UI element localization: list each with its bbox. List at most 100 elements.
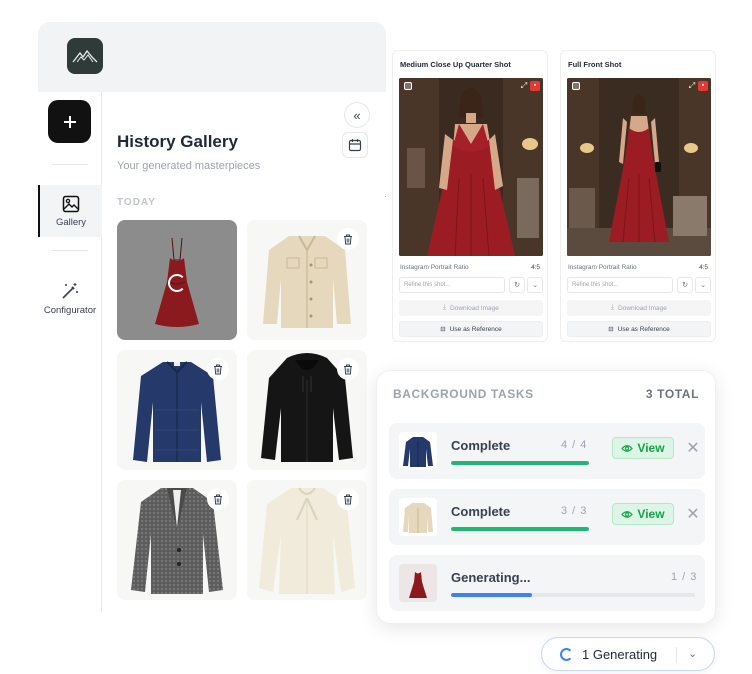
shot-title: Medium Close Up Quarter Shot xyxy=(400,60,511,69)
view-button[interactable]: View xyxy=(612,437,674,459)
progress-fill xyxy=(451,527,589,531)
refine-input[interactable]: Refine this shot... xyxy=(399,277,505,293)
page-subtitle: Your generated masterpieces xyxy=(117,160,261,172)
gallery-item[interactable] xyxy=(247,220,367,340)
select-checkbox[interactable] xyxy=(404,82,412,90)
shot-card: Medium Close Up Quarter Shot ⤢ ▪ Instagr… xyxy=(392,50,548,342)
delete-button[interactable] xyxy=(207,488,229,510)
refine-input[interactable]: Refine this shot... xyxy=(567,277,673,293)
calendar-button[interactable] xyxy=(342,132,368,158)
eye-icon xyxy=(621,510,634,518)
expand-icon[interactable]: ⤢ xyxy=(687,81,697,91)
task-progress-bar xyxy=(451,593,695,597)
red-gown-thumb xyxy=(409,572,427,598)
bookmark-icon: ⊟ xyxy=(440,326,446,333)
new-button[interactable] xyxy=(48,100,91,143)
close-icon[interactable]: ✕ xyxy=(685,438,701,458)
regenerate-button[interactable]: ↻ xyxy=(509,277,525,293)
expand-icon[interactable]: ⤢ xyxy=(519,81,529,91)
task-progress-bar xyxy=(451,527,589,531)
ratio-label: Instagram Portrait Ratio xyxy=(400,264,469,271)
delete-icon[interactable]: ▪ xyxy=(530,81,540,91)
task-status: Generating... xyxy=(451,570,531,585)
gallery-item[interactable] xyxy=(117,350,237,470)
chevron-down-icon[interactable]: ⌄ xyxy=(688,647,697,660)
gallery-item[interactable] xyxy=(247,350,367,470)
task-progress-bar xyxy=(451,461,589,465)
download-label: Download Image xyxy=(618,304,667,312)
delete-button[interactable] xyxy=(337,488,359,510)
task-count: 3 / 3 xyxy=(561,505,588,517)
navy-cardigan-thumb xyxy=(403,437,433,467)
double-chevron-left-icon: « xyxy=(353,107,361,123)
task-thumbnail xyxy=(399,498,437,536)
magic-wand-icon xyxy=(62,282,78,299)
shot-image[interactable]: ⤢ ▪ xyxy=(567,78,711,256)
chevron-down-icon: ⌄ xyxy=(532,282,538,289)
download-label: Download Image xyxy=(450,304,499,312)
options-dropdown[interactable]: ⌄ xyxy=(695,277,711,293)
trash-icon xyxy=(214,364,222,374)
background-tasks-panel: BACKGROUND TASKS 3 TOTAL Complete 4 / 4 … xyxy=(376,370,716,624)
generating-status-button[interactable]: 1 Generating ⌄ xyxy=(541,637,715,671)
sidebar-item-label: Gallery xyxy=(55,216,87,228)
gallery-item[interactable] xyxy=(247,480,367,600)
delete-button[interactable] xyxy=(207,358,229,380)
delete-button[interactable] xyxy=(337,358,359,380)
spinner-icon xyxy=(560,648,573,661)
loading-spinner-icon xyxy=(168,274,186,292)
task-row: Generating... 1 / 3 xyxy=(389,555,705,611)
delete-icon[interactable]: ▪ xyxy=(698,81,708,91)
download-icon: ⤓ xyxy=(443,304,447,311)
sidebar-item-configurator[interactable]: Configurator xyxy=(38,272,102,324)
delete-button[interactable] xyxy=(337,228,359,250)
eye-icon xyxy=(621,444,634,452)
history-gallery: « History Gallery Your generated masterp… xyxy=(102,92,386,612)
view-label: View xyxy=(637,507,665,521)
trash-icon xyxy=(344,234,352,244)
collapse-button[interactable]: « xyxy=(344,102,370,128)
tasks-total: 3 TOTAL xyxy=(645,387,699,401)
close-icon[interactable]: ✕ xyxy=(685,504,701,524)
bookmark-icon: ⊟ xyxy=(608,326,614,333)
page-title: History Gallery xyxy=(117,132,238,151)
download-button[interactable]: ⤓ Download Image xyxy=(567,300,711,316)
model-red-gown-full-image xyxy=(567,78,711,256)
app-header xyxy=(38,22,386,92)
progress-fill xyxy=(451,461,589,465)
gallery-grid xyxy=(117,220,367,600)
task-thumbnail xyxy=(399,432,437,470)
generating-label: 1 Generating xyxy=(582,647,658,662)
ratio-value: 4:5 xyxy=(698,264,708,271)
use-as-reference-button[interactable]: ⊟ Use as Reference xyxy=(567,321,711,337)
chevron-down-icon: ⌄ xyxy=(700,282,706,289)
shot-image[interactable]: ⤢ ▪ xyxy=(399,78,543,256)
task-row: Complete 4 / 4 View ✕ xyxy=(389,423,705,479)
use-as-reference-button[interactable]: ⊟ Use as Reference xyxy=(399,321,543,337)
view-button[interactable]: View xyxy=(612,503,674,525)
select-checkbox[interactable] xyxy=(572,82,580,90)
sidebar-divider xyxy=(52,164,88,165)
regenerate-button[interactable]: ↻ xyxy=(677,277,693,293)
divider-dot xyxy=(385,196,386,197)
ratio-label: Instagram Portrait Ratio xyxy=(568,264,637,271)
download-button[interactable]: ⤓ Download Image xyxy=(399,300,543,316)
options-dropdown[interactable]: ⌄ xyxy=(527,277,543,293)
calendar-icon xyxy=(348,139,362,152)
task-row: Complete 3 / 3 View ✕ xyxy=(389,489,705,545)
task-status: Complete xyxy=(451,504,511,519)
trash-icon xyxy=(214,494,222,504)
gallery-item[interactable] xyxy=(117,480,237,600)
download-icon: ⤓ xyxy=(611,304,615,311)
task-count: 4 / 4 xyxy=(561,439,588,451)
divider xyxy=(676,647,677,663)
gallery-item[interactable] xyxy=(117,220,237,340)
reference-label: Use as Reference xyxy=(617,325,670,333)
section-label: TODAY xyxy=(117,197,156,208)
sidebar-item-gallery[interactable]: Gallery xyxy=(38,185,102,237)
mountain-logo-icon[interactable] xyxy=(67,38,103,74)
beige-jacket-thumb xyxy=(403,503,433,533)
plus-icon xyxy=(63,115,76,128)
image-icon xyxy=(62,195,80,212)
app-panel: Gallery Configurator « History Gallery Y… xyxy=(38,22,386,612)
